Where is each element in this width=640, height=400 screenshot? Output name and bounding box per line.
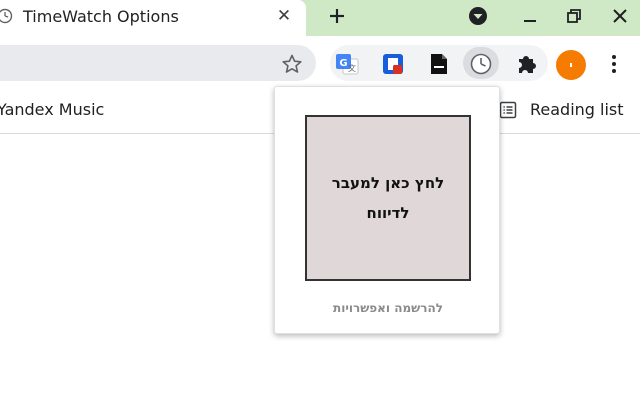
browser-window: TimeWatch Options ✕ G 文 Yandex Music Rea… [0, 0, 640, 400]
google-translate-icon[interactable]: G 文 [334, 51, 360, 77]
plus-icon[interactable] [324, 3, 350, 29]
bookmark-yandex-music[interactable]: Yandex Music [0, 100, 104, 119]
address-bar[interactable] [0, 45, 316, 81]
avatar[interactable] [556, 50, 586, 80]
pdf-document-icon[interactable] [426, 51, 452, 77]
report-button[interactable]: לחץ כאן למעבר לדיווח [305, 115, 471, 281]
avatar-mark [570, 63, 572, 67]
tab-title: TimeWatch Options [23, 7, 179, 26]
kebab-menu-icon[interactable] [604, 52, 624, 76]
tab-strip: TimeWatch Options ✕ [0, 0, 640, 36]
media-control-icon[interactable] [466, 5, 490, 27]
restore-icon[interactable] [562, 5, 586, 27]
reading-list-icon[interactable] [498, 100, 518, 120]
register-options-link[interactable]: להרשמה ואפשרויות [275, 301, 501, 315]
svg-text:文: 文 [348, 63, 356, 73]
clock-icon [0, 8, 13, 24]
close-window-icon[interactable] [608, 5, 632, 27]
bitwarden-icon[interactable] [380, 51, 406, 77]
reading-list-button[interactable]: Reading list [530, 100, 624, 119]
star-icon[interactable] [281, 53, 303, 75]
tab-timewatch-options[interactable]: TimeWatch Options ✕ [0, 0, 306, 36]
close-icon[interactable]: ✕ [273, 5, 295, 27]
timewatch-clock-icon[interactable] [468, 51, 494, 77]
extension-popup: לחץ כאן למעבר לדיווח להרשמה ואפשרויות [274, 86, 500, 334]
svg-text:G: G [339, 58, 347, 69]
minimize-icon[interactable] [518, 5, 542, 27]
toolbar: G 文 [0, 36, 640, 88]
puzzle-extensions-icon[interactable] [514, 51, 540, 77]
